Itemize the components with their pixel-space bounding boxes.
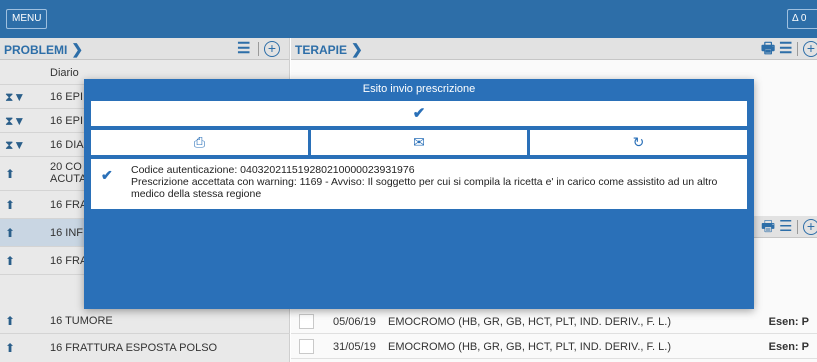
add-exam-icon[interactable]: +	[803, 219, 817, 235]
list-item-label: 16 EPI	[50, 115, 84, 127]
list-item-sublabel: ACUTA	[50, 173, 87, 185]
arrow-up-icon: ⬆	[5, 341, 16, 355]
email-button[interactable]: ✉	[311, 130, 527, 155]
list-icon[interactable]: ☰	[237, 41, 250, 56]
divider	[258, 42, 259, 56]
notifications-button[interactable]: Δ 0	[787, 9, 817, 29]
dialog-title: Esito invio prescrizione	[362, 83, 476, 95]
hourglass-filter-icon: ⧗▼	[5, 90, 26, 104]
table-row[interactable]: 31/05/19 EMOCROMO (HB, GR, GB, HCT, PLT,…	[291, 335, 817, 359]
prescription-result-dialog: Esito invio prescrizione ✔ ⎙ ✉ ↻ ✔ Codic…	[84, 79, 754, 309]
menu-button[interactable]: MENU	[6, 9, 48, 29]
checkmark-icon: ✔	[101, 167, 113, 183]
therapies-title[interactable]: TERAPIE	[295, 43, 347, 57]
auth-code-line: Codice autenticazione: 04032021151928021…	[131, 164, 415, 176]
table-row[interactable]: 05/06/19 EMOCROMO (HB, GR, GB, HCT, PLT,…	[291, 310, 817, 334]
exam-date: 05/06/19	[333, 316, 376, 328]
envelope-icon: ✉	[413, 134, 425, 150]
hourglass-filter-icon: ⧗▼	[5, 138, 26, 152]
list-icon[interactable]: ☰	[779, 41, 792, 56]
arrow-up-icon: ⬆	[5, 198, 16, 212]
pdf-button[interactable]: ⎙	[91, 130, 308, 155]
confirm-button[interactable]: ✔	[91, 101, 747, 126]
therapies-header: TERAPIE ❯ 🖶 ☰ +	[291, 38, 817, 60]
sync-icon: ↻	[632, 134, 645, 150]
list-item-label: 16 FRA	[50, 199, 88, 211]
list-item[interactable]: ⬆ 16 FRATTURA ESPOSTA POLSO	[0, 334, 290, 362]
row-checkbox[interactable]	[299, 314, 314, 329]
add-problem-icon[interactable]: +	[264, 41, 280, 57]
arrow-up-icon: ⬆	[5, 254, 16, 268]
list-item-label: 20 CO	[50, 161, 82, 173]
list-item-label: 16 TUMORE	[50, 315, 113, 327]
resend-button[interactable]: ↻	[530, 130, 747, 155]
list-item[interactable]: ⬆ 16 TUMORE	[0, 308, 290, 334]
problems-header: PROBLEMI ❯ ☰ +	[0, 38, 289, 60]
exam-name: EMOCROMO (HB, GR, GB, HCT, PLT, IND. DER…	[388, 316, 671, 328]
divider	[797, 42, 798, 56]
exam-exemption: Esen: P	[768, 316, 809, 328]
list-item-label: 16 FRA	[50, 255, 88, 267]
list-item-label: 16 INF	[50, 227, 84, 239]
warning-line: Prescrizione accettata con warning: 1169…	[131, 176, 718, 200]
add-therapy-icon[interactable]: +	[803, 41, 817, 57]
message-text: Codice autenticazione: 04032021151928021…	[131, 164, 741, 200]
list-item-label: 16 FRATTURA ESPOSTA POLSO	[50, 342, 218, 354]
print-icon[interactable]: 🖶	[761, 41, 775, 56]
print-icon[interactable]: 🖶	[761, 219, 775, 234]
list-item-label: Diario	[50, 67, 79, 79]
hourglass-filter-icon: ⧗▼	[5, 114, 26, 128]
arrow-up-icon: ⬆	[5, 314, 16, 328]
checkmark-icon: ✔	[412, 105, 426, 122]
arrow-up-icon: ⬆	[5, 167, 16, 181]
exam-exemption: Esen: P	[768, 341, 809, 353]
pdf-icon: ⎙	[193, 134, 206, 150]
top-bar: MENU Δ 0	[0, 0, 817, 38]
result-message: ✔ Codice autenticazione: 040320211519280…	[91, 159, 747, 209]
list-item-label: 16 EPI	[50, 91, 84, 103]
exam-date: 31/05/19	[333, 341, 376, 353]
row-checkbox[interactable]	[299, 339, 314, 354]
problems-title[interactable]: PROBLEMI	[4, 43, 67, 57]
divider	[797, 220, 798, 234]
list-icon[interactable]: ☰	[779, 219, 792, 234]
exam-name: EMOCROMO (HB, GR, GB, HCT, PLT, IND. DER…	[388, 341, 671, 353]
list-item-label: 16 DIA	[50, 139, 84, 151]
arrow-up-icon: ⬆	[5, 226, 16, 240]
chevron-right-icon[interactable]: ❯	[71, 41, 83, 57]
chevron-right-icon[interactable]: ❯	[351, 41, 363, 57]
